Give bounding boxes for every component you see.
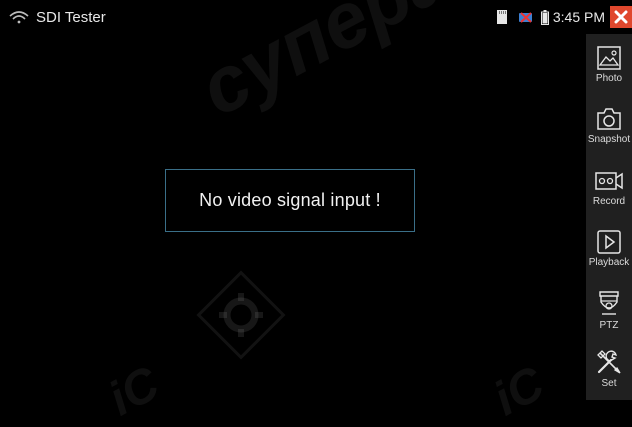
photo-icon	[597, 46, 621, 70]
playback-icon	[597, 230, 621, 254]
record-label: Record	[592, 196, 626, 207]
video-viewport: cyпepaiC iC iC No video signal input !	[0, 0, 586, 426]
clock: 3:45 PM	[552, 9, 605, 25]
set-button[interactable]: Set	[586, 342, 632, 402]
video-signal-icon	[518, 12, 532, 23]
snapshot-label: Snapshot	[587, 134, 631, 145]
close-icon	[614, 10, 628, 24]
set-label: Set	[601, 378, 617, 389]
snapshot-button[interactable]: Snapshot	[586, 100, 632, 160]
record-icon	[595, 172, 623, 190]
watermark-text-right: iC	[485, 356, 553, 427]
app-title-group: SDI Tester	[8, 7, 106, 27]
photo-label: Photo	[595, 73, 623, 84]
sd-card-icon	[496, 10, 507, 24]
close-button[interactable]	[610, 6, 632, 28]
photo-button[interactable]: Photo	[586, 39, 632, 99]
watermark-gear-logo	[196, 270, 286, 360]
wifi-signal-icon	[9, 11, 29, 24]
ptz-camera-icon	[599, 291, 619, 315]
camera-icon	[597, 108, 621, 130]
watermark-text-left: iC	[100, 356, 168, 427]
playback-button[interactable]: Playback	[586, 223, 632, 283]
no-signal-message: No video signal input !	[199, 190, 381, 210]
record-button[interactable]: Record	[586, 162, 632, 222]
ptz-label: PTZ	[599, 320, 619, 331]
playback-label: Playback	[588, 257, 630, 268]
ptz-button[interactable]: PTZ	[586, 284, 632, 344]
no-signal-message-box: No video signal input !	[165, 169, 415, 232]
tools-icon	[597, 350, 621, 374]
battery-icon	[540, 9, 549, 25]
status-icons: 3:45 PM	[496, 5, 632, 29]
app-title: SDI Tester	[36, 8, 106, 26]
tool-sidebar: Photo Snapshot Record Playback PTZ Set	[586, 34, 632, 400]
